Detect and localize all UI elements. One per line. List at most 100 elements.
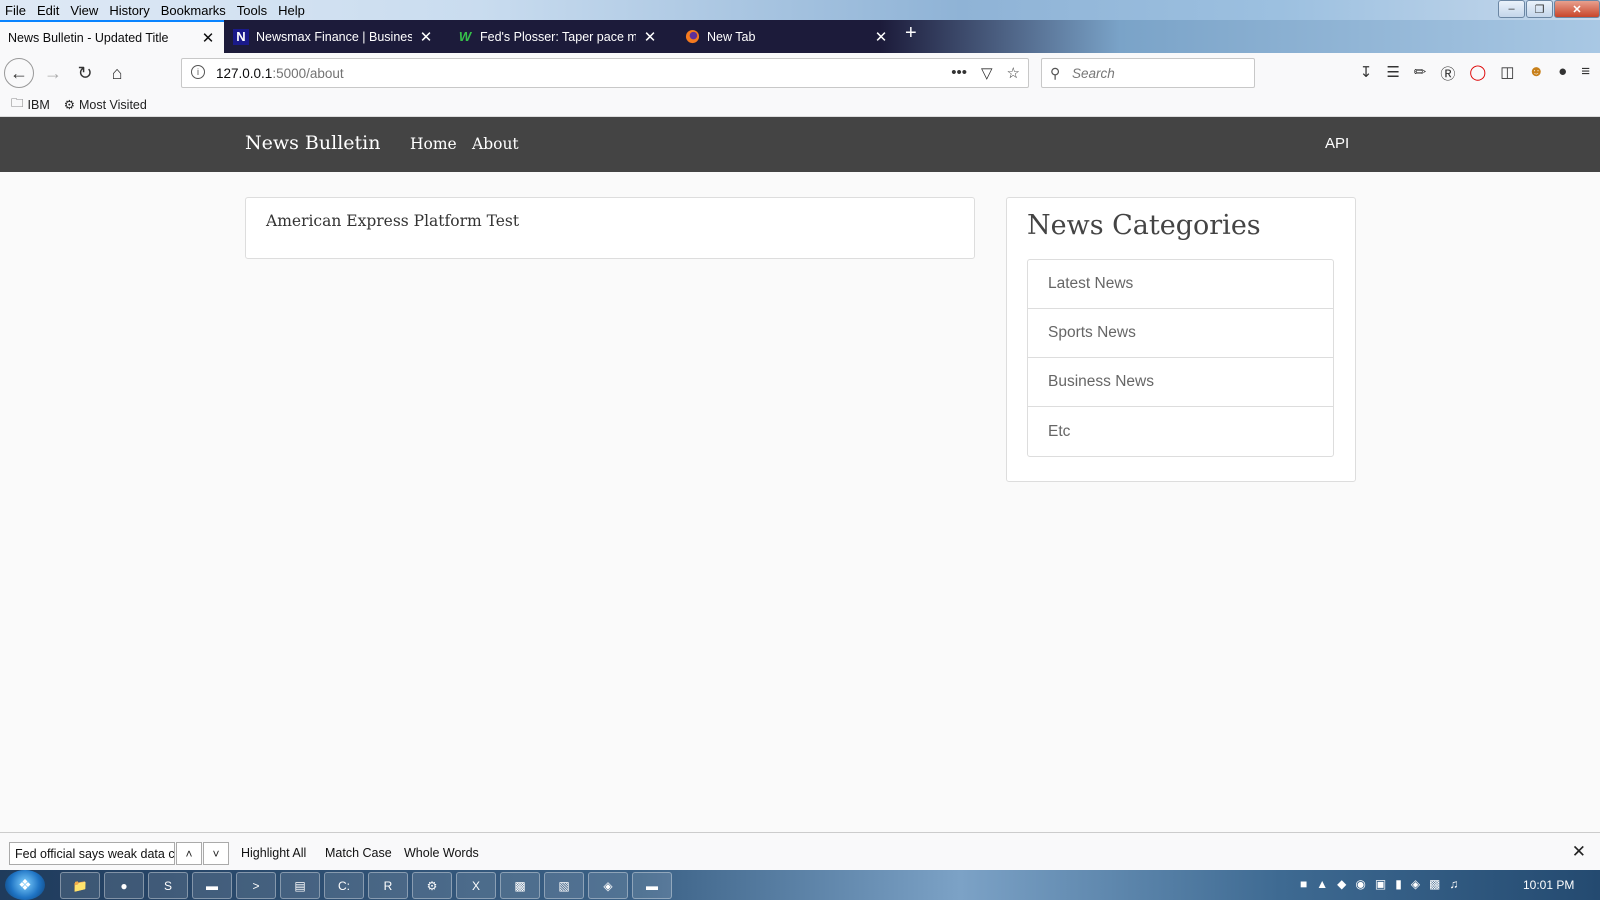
category-latest-news[interactable]: Latest News xyxy=(1028,260,1333,309)
bookmark-label: IBM xyxy=(27,97,50,112)
url-path: :5000/about xyxy=(272,66,344,81)
tray-app-icon[interactable]: ◉ xyxy=(1355,877,1365,891)
site-brand[interactable]: News Bulletin xyxy=(245,132,380,154)
dropbox-icon[interactable]: ◈ xyxy=(1411,877,1420,891)
match-case-option[interactable]: Match Case xyxy=(325,846,392,860)
signal-icon[interactable]: ▲ xyxy=(1316,877,1328,891)
shield-icon[interactable]: ◆ xyxy=(1337,877,1346,891)
app-icon[interactable]: ▬ xyxy=(192,872,232,899)
tab-label: New Tab xyxy=(707,29,756,44)
opera-icon[interactable]: ◯ xyxy=(1469,63,1486,84)
find-bar: ˄ ˅ Highlight All Match Case Whole Words… xyxy=(0,832,1600,870)
tool-icon[interactable]: ⚙ xyxy=(412,872,452,899)
menu-history[interactable]: History xyxy=(109,3,149,18)
excel-icon[interactable]: X xyxy=(456,872,496,899)
start-button-windows-icon[interactable]: ❖ xyxy=(5,870,45,900)
monkey-extension-icon[interactable]: ☻ xyxy=(1528,63,1544,84)
menu-bookmarks[interactable]: Bookmarks xyxy=(161,3,226,18)
tab-close-icon[interactable]: ✕ xyxy=(418,28,434,46)
home-icon[interactable]: ⌂ xyxy=(102,58,132,88)
pocket-icon[interactable]: ▽ xyxy=(981,64,993,82)
tab-new-tab[interactable]: New Tab ✕ xyxy=(676,20,897,53)
restore-button[interactable]: ❐ xyxy=(1526,0,1553,18)
menu-help[interactable]: Help xyxy=(278,3,305,18)
tab-close-icon[interactable]: ✕ xyxy=(642,28,658,46)
usb-icon[interactable]: ▣ xyxy=(1375,877,1386,891)
forward-arrow-icon[interactable]: → xyxy=(38,58,68,88)
extension-s-icon[interactable]: Ⓡ xyxy=(1440,63,1455,84)
tab-news-bulletin[interactable]: News Bulletin - Updated Title ✕ xyxy=(0,20,224,53)
tab-close-icon[interactable]: ✕ xyxy=(873,28,889,46)
whole-words-option[interactable]: Whole Words xyxy=(404,846,479,860)
cmd-icon[interactable]: C: xyxy=(324,872,364,899)
sidebar-icon[interactable]: ◫ xyxy=(1500,63,1514,84)
page-actions-menu-icon[interactable]: ••• xyxy=(951,64,967,82)
minimize-button[interactable]: – xyxy=(1498,0,1525,18)
menu-edit[interactable]: Edit xyxy=(37,3,59,18)
firefox-favicon-icon xyxy=(684,29,700,45)
tab-strip: News Bulletin - Updated Title ✕ N Newsma… xyxy=(0,20,1600,53)
taskbar-clock[interactable]: 10:01 PM xyxy=(1523,878,1574,892)
reload-icon[interactable]: ↻ xyxy=(70,58,100,88)
category-etc[interactable]: Etc xyxy=(1028,407,1333,456)
tab-fed-plosser[interactable]: W Fed's Plosser: Taper pace may be ✕ xyxy=(449,20,666,53)
url-host: 127.0.0.1 xyxy=(216,66,273,81)
find-previous-chevron-up-icon[interactable]: ˄ xyxy=(176,842,202,865)
download-icon[interactable]: ↧ xyxy=(1360,63,1373,84)
site-navbar: News Bulletin Home About API xyxy=(0,117,1600,172)
bookmark-most-visited[interactable]: ⚙ Most Visited xyxy=(63,97,147,113)
title-bar: File Edit View History Bookmarks Tools H… xyxy=(0,0,1600,20)
new-tab-plus-icon[interactable]: + xyxy=(905,22,917,45)
find-next-chevron-down-icon[interactable]: ˅ xyxy=(203,842,229,865)
eyedropper-icon[interactable]: ✏ xyxy=(1414,63,1427,84)
search-input[interactable] xyxy=(1072,63,1247,83)
incognito-icon[interactable]: ● xyxy=(1558,63,1567,84)
nav-link-home[interactable]: Home xyxy=(410,135,457,153)
tray-green-icon[interactable]: ■ xyxy=(1300,877,1307,891)
category-business-news[interactable]: Business News xyxy=(1028,358,1333,407)
post-title[interactable]: American Express Platform Test xyxy=(266,212,519,230)
library-icon[interactable]: ☰ xyxy=(1386,63,1399,84)
volume-muted-icon[interactable]: ♫ xyxy=(1449,877,1458,891)
window-close-button[interactable]: ✕ xyxy=(1554,0,1600,18)
category-sports-news[interactable]: Sports News xyxy=(1028,309,1333,358)
python-icon[interactable]: ◈ xyxy=(588,872,628,899)
terminal-icon[interactable]: ▧ xyxy=(544,872,584,899)
system-tray: ■ ▲ ◆ ◉ ▣ ▮ ◈ ▩ ♫ xyxy=(1300,877,1458,891)
gear-icon: ⚙ xyxy=(63,98,75,112)
bookmarks-toolbar: 🗀 IBM ⚙ Most Visited xyxy=(0,93,1600,117)
sidebar-card: News Categories Latest News Sports News … xyxy=(1006,197,1356,482)
tab-close-icon[interactable]: ✕ xyxy=(200,29,216,47)
sublime-icon[interactable]: S xyxy=(148,872,188,899)
highlight-all-option[interactable]: Highlight All xyxy=(241,846,306,860)
url-text[interactable]: 127.0.0.1:5000/about xyxy=(216,66,344,81)
rsa-icon[interactable]: R xyxy=(368,872,408,899)
notepad-icon[interactable]: ▤ xyxy=(280,872,320,899)
app2-icon[interactable]: ▬ xyxy=(632,872,672,899)
explorer-folder-icon[interactable]: 📁 xyxy=(60,872,100,899)
hamburger-menu-icon[interactable]: ≡ xyxy=(1581,63,1590,84)
navigation-toolbar: ← → ↻ ⌂ i 127.0.0.1:5000/about ••• ▽ ☆ ⚲… xyxy=(0,53,1600,93)
find-bar-close-icon[interactable]: ✕ xyxy=(1572,842,1586,862)
address-bar[interactable]: i 127.0.0.1:5000/about ••• ▽ ☆ xyxy=(181,58,1029,88)
menu-view[interactable]: View xyxy=(70,3,98,18)
back-arrow-icon[interactable]: ← xyxy=(4,58,34,88)
nav-link-about[interactable]: About xyxy=(472,135,519,153)
bookmark-star-icon[interactable]: ☆ xyxy=(1007,64,1020,82)
folder-icon: 🗀 xyxy=(11,96,24,110)
search-bar[interactable]: ⚲ xyxy=(1041,58,1255,88)
monitor-icon[interactable]: ▩ xyxy=(1429,877,1440,891)
menu-tools[interactable]: Tools xyxy=(237,3,267,18)
find-input[interactable] xyxy=(9,842,175,865)
menu-file[interactable]: File xyxy=(5,3,26,18)
powershell-icon[interactable]: > xyxy=(236,872,276,899)
tab-newsmax[interactable]: N Newsmax Finance | Business News ✕ xyxy=(225,20,442,53)
site-info-icon[interactable]: i xyxy=(191,65,205,79)
battery-icon[interactable]: ▮ xyxy=(1395,877,1402,891)
nav-link-api[interactable]: API xyxy=(1325,135,1349,152)
category-list: Latest News Sports News Business News Et… xyxy=(1027,259,1334,457)
firefox-icon[interactable]: ● xyxy=(104,872,144,899)
tab-label: Fed's Plosser: Taper pace may be xyxy=(480,29,636,44)
bookmark-ibm[interactable]: 🗀 IBM xyxy=(11,94,50,115)
remote-desktop-icon[interactable]: ▩ xyxy=(500,872,540,899)
